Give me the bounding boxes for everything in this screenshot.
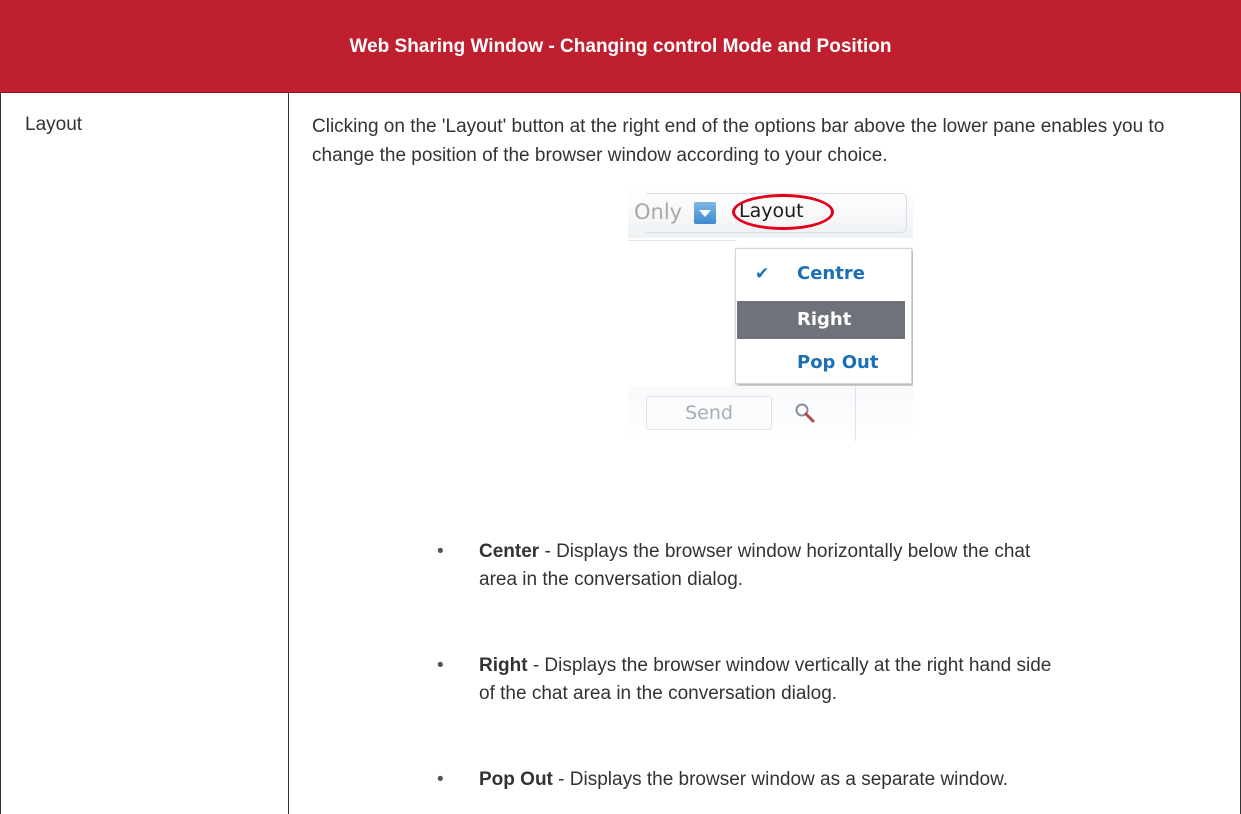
menu-item-label: Right xyxy=(797,309,852,330)
options-bar: Only Layout xyxy=(628,188,913,238)
option-description: - Displays the browser window vertically… xyxy=(527,655,1052,676)
option-term: Pop Out xyxy=(479,769,553,790)
column-divider xyxy=(288,93,289,814)
mode-dropdown-text: Only xyxy=(634,200,683,224)
option-description-cont: area in the conversation dialog. xyxy=(479,569,744,590)
send-button: Send xyxy=(646,396,772,430)
row-description: Clicking on the 'Layout' button at the r… xyxy=(312,116,1165,166)
layout-menu: ✔ Centre Right Pop Out xyxy=(735,248,912,384)
layout-table: Web Sharing Window - Changing control Mo… xyxy=(0,0,1241,814)
option-term: Center xyxy=(479,541,540,562)
table-title: Web Sharing Window - Changing control Mo… xyxy=(349,36,892,57)
option-term: Right xyxy=(479,655,528,676)
highlight-oval xyxy=(732,194,834,230)
chevron-down-icon xyxy=(694,202,716,224)
table-header: Web Sharing Window - Changing control Mo… xyxy=(0,0,1241,93)
checkmark-icon: ✔ xyxy=(755,264,770,284)
menu-item-centre: ✔ Centre xyxy=(737,255,905,293)
menu-item-pop-out: Pop Out xyxy=(737,344,905,382)
option-description: - Displays the browser window as a separ… xyxy=(552,769,1009,790)
option-description-cont: of the chat area in the conversation dia… xyxy=(479,683,838,704)
table-border-left xyxy=(0,93,1,814)
menu-item-label: Pop Out xyxy=(797,352,879,373)
layout-menu-screenshot: Only Layout ✔ Centre Right Pop Out Send xyxy=(628,188,913,443)
row-label: Layout xyxy=(25,114,83,135)
option-description: - Displays the browser window horizontal… xyxy=(539,541,1031,562)
magnifier-icon xyxy=(795,403,815,423)
menu-item-right: Right xyxy=(737,301,905,339)
menu-item-label: Centre xyxy=(797,263,865,284)
